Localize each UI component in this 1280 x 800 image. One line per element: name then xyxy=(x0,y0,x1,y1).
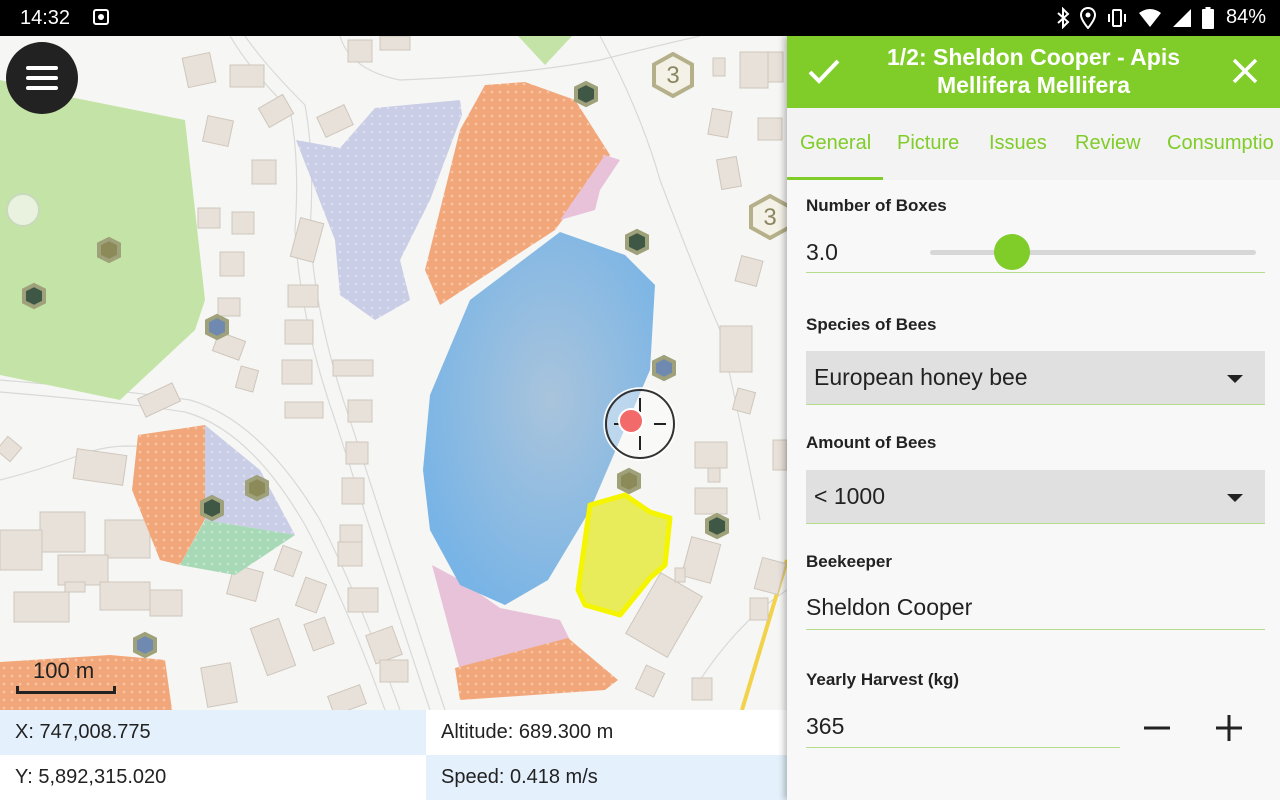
boxes-value: 3.0 xyxy=(806,239,838,265)
coord-y: Y: 5,892,315.020 xyxy=(0,755,426,800)
species-value: European honey bee xyxy=(814,364,1028,390)
status-icons: 84% xyxy=(1056,6,1266,29)
menu-icon-line xyxy=(26,66,58,70)
screenshot-icon xyxy=(93,9,109,25)
coord-speed: Speed: 0.418 m/s xyxy=(426,755,787,800)
boxes-slider-thumb[interactable] xyxy=(993,234,1030,270)
scale-label: 100 m xyxy=(33,658,95,683)
map-scale-bar: 100 m xyxy=(16,656,116,696)
save-check-icon[interactable] xyxy=(807,56,841,86)
decrement-icon[interactable] xyxy=(1137,708,1177,748)
signal-icon xyxy=(1172,8,1191,27)
form-tabs: General Picture Issues Review Consumptio xyxy=(787,108,1280,180)
cluster-marker[interactable]: 3 xyxy=(747,193,787,241)
beekeeper-input[interactable]: Sheldon Cooper xyxy=(806,594,972,621)
tab-issues[interactable]: Issues xyxy=(989,108,1047,180)
battery-icon xyxy=(1201,6,1214,29)
coord-altitude: Altitude: 689.300 m xyxy=(426,710,787,755)
vibrate-icon xyxy=(1107,8,1126,27)
dropdown-arrow-icon xyxy=(1227,494,1243,502)
beekeeper-label: Beekeeper xyxy=(806,552,893,571)
harvest-input[interactable]: 365 xyxy=(806,713,844,740)
dropdown-arrow-icon xyxy=(1227,375,1243,383)
form-header: 1/2: Sheldon Cooper - Apis Mellifera Mel… xyxy=(787,36,1280,108)
location-icon xyxy=(1079,6,1096,29)
feature-form-panel: 1/2: Sheldon Cooper - Apis Mellifera Mel… xyxy=(787,36,1280,800)
coordinate-panel: X: 747,008.775 Altitude: 689.300 m Y: 5,… xyxy=(0,710,787,800)
status-time: 14:32 xyxy=(20,7,71,29)
species-select[interactable]: European honey bee xyxy=(806,351,1265,405)
tab-consumption[interactable]: Consumptio xyxy=(1167,108,1274,180)
boxes-slider-track[interactable] xyxy=(930,250,1256,255)
beekeeper-underline xyxy=(806,629,1265,630)
cluster-count: 3 xyxy=(763,204,777,231)
wifi-icon xyxy=(1138,8,1161,27)
menu-icon-line xyxy=(26,76,58,80)
boxes-underline xyxy=(806,272,1265,273)
tab-general[interactable]: General xyxy=(787,108,884,180)
amount-select[interactable]: < 1000 xyxy=(806,470,1265,524)
bluetooth-icon xyxy=(1057,6,1070,29)
map-layer xyxy=(0,36,787,710)
menu-button[interactable] xyxy=(6,42,78,114)
cluster-marker[interactable]: 3 xyxy=(650,51,696,99)
harvest-label: Yearly Harvest (kg) xyxy=(806,670,960,689)
status-bar: 14:32 84% xyxy=(0,0,1280,36)
form-title: 1/2: Sheldon Cooper - Apis Mellifera Mel… xyxy=(886,44,1181,98)
close-icon[interactable] xyxy=(1232,58,1258,84)
scale-bar-line xyxy=(16,686,116,694)
species-label: Species of Bees xyxy=(806,315,937,334)
battery-percent: 84% xyxy=(1225,6,1266,28)
amount-label: Amount of Bees xyxy=(806,433,937,452)
tab-review[interactable]: Review xyxy=(1075,108,1141,180)
tab-picture[interactable]: Picture xyxy=(897,108,959,180)
boxes-label: Number of Boxes xyxy=(806,196,947,215)
increment-icon[interactable] xyxy=(1209,708,1249,748)
amount-value: < 1000 xyxy=(814,483,885,509)
harvest-underline xyxy=(806,747,1120,748)
menu-icon-line xyxy=(26,86,58,90)
coord-x: X: 747,008.775 xyxy=(0,710,426,755)
cluster-count: 3 xyxy=(666,62,680,89)
map-canvas[interactable]: 3 3 100 m xyxy=(0,36,787,710)
